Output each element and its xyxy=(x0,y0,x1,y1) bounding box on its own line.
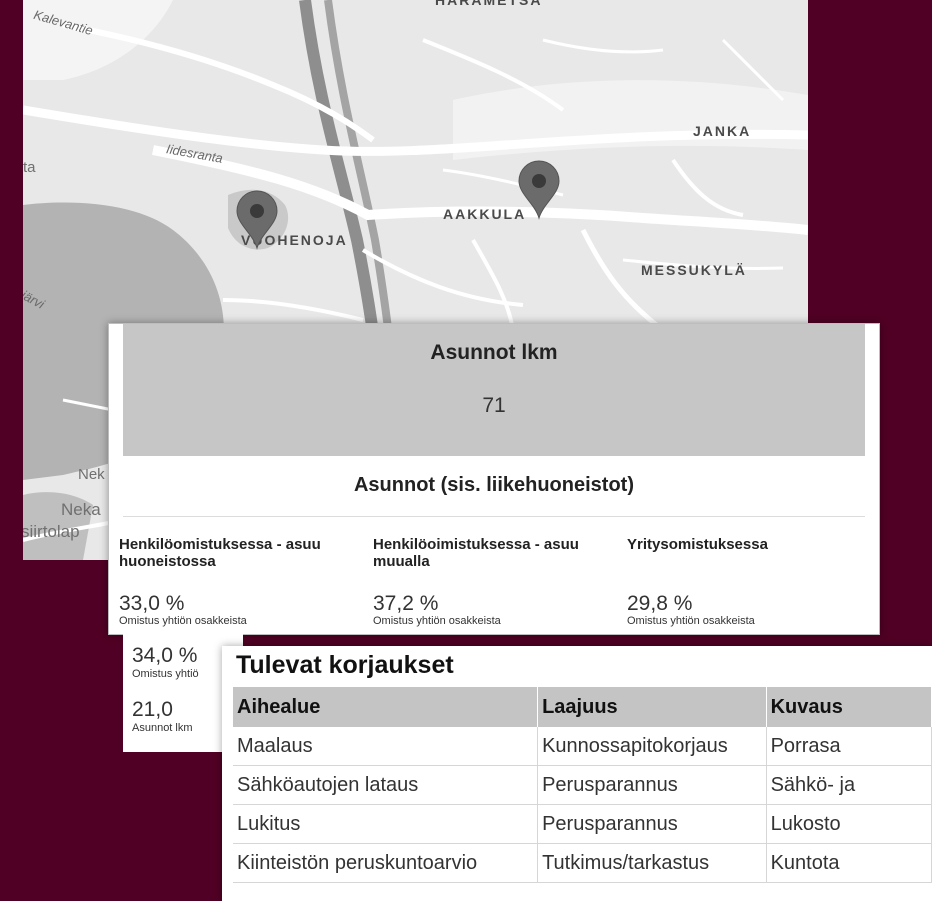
stat-value-1: 34,0 % xyxy=(132,644,198,667)
location-pin-vuohenoja[interactable] xyxy=(235,190,279,250)
map-label-nek: Nek xyxy=(78,466,105,483)
map-label-harametsa: HARAMETSÄ xyxy=(435,0,543,8)
apartments-count-value: 71 xyxy=(482,394,506,417)
ownership-col-pct-company: 29,8 % xyxy=(627,592,693,615)
ownership-col-pct-resident: 33,0 % xyxy=(119,592,185,615)
table-cell: Perusparannus xyxy=(537,804,767,844)
table-cell: Lukitus xyxy=(233,804,539,844)
location-pin-aakkula[interactable] xyxy=(517,160,561,220)
repairs-table: Aihealue Laajuus Kuvaus Maalaus Kunnossa… xyxy=(233,687,932,883)
ownership-col-pct-nonresident: 37,2 % xyxy=(373,592,439,615)
table-row[interactable]: Lukitus Perusparannus Lukosto xyxy=(233,804,932,844)
stat-value-2: 21,0 xyxy=(132,698,173,721)
table-cell: Tutkimus/tarkastus xyxy=(537,843,767,883)
apartments-count-header: Asunnot lkm 71 xyxy=(123,324,865,456)
stat-sub-1: Omistus yhtiö xyxy=(132,668,199,680)
ownership-col-sub-nonresident: Omistus yhtiön osakkeista xyxy=(373,615,501,627)
table-cell: Kiinteistön peruskuntoarvio xyxy=(233,843,539,883)
map-label-janka: JANKA xyxy=(693,123,752,139)
map-label-siirtolap: siirtolap xyxy=(23,522,80,541)
table-cell: Perusparannus xyxy=(537,765,767,805)
ownership-col-sub-company: Omistus yhtiön osakkeista xyxy=(627,615,755,627)
apartments-count-title: Asunnot lkm xyxy=(430,341,558,364)
upcoming-repairs-title: Tulevat korjaukset xyxy=(236,651,454,679)
map-label-ta: ta xyxy=(23,159,36,176)
table-row[interactable]: Maalaus Kunnossapitokorjaus Porrasa xyxy=(233,727,932,766)
map-label-aakkula: AAKKULA xyxy=(443,206,527,222)
apartments-card: Asunnot lkm 71 Asunnot (sis. liikehuonei… xyxy=(108,323,880,635)
apartments-section-title: Asunnot (sis. liikehuoneistot) xyxy=(353,474,634,496)
section-divider xyxy=(123,516,865,517)
table-cell: Kuntota xyxy=(766,843,932,883)
ownership-col-heading-nonresident: Henkilöoimistuksessa - asuu muualla xyxy=(373,536,579,570)
table-cell: Kunnossapitokorjaus xyxy=(537,727,767,766)
table-row[interactable]: Sähköautojen lataus Perusparannus Sähkö-… xyxy=(233,765,932,805)
ownership-col-heading-resident: Henkilöomistuksessa - asuu huoneistossa xyxy=(119,536,321,570)
map-label-messukyla: MESSUKYLÄ xyxy=(641,262,747,278)
table-header-row: Aihealue Laajuus Kuvaus xyxy=(233,687,932,727)
table-row[interactable]: Kiinteistön peruskuntoarvio Tutkimus/tar… xyxy=(233,843,932,883)
column-header-kuvaus[interactable]: Kuvaus xyxy=(766,687,932,727)
ownership-col-sub-resident: Omistus yhtiön osakkeista xyxy=(119,615,247,627)
table-cell: Porrasa xyxy=(766,727,932,766)
table-cell: Sähkö- ja xyxy=(766,765,932,805)
table-cell: Sähköautojen lataus xyxy=(233,765,539,805)
table-cell: Maalaus xyxy=(233,727,539,766)
table-cell: Lukosto xyxy=(766,804,932,844)
column-header-aihealue[interactable]: Aihealue xyxy=(233,687,539,727)
stat-sub-2: Asunnot lkm xyxy=(132,722,193,734)
upcoming-repairs-card: Tulevat korjaukset Aihealue Laajuus Kuva… xyxy=(222,646,932,901)
map-label-neka: Neka xyxy=(61,500,101,519)
column-header-laajuus[interactable]: Laajuus xyxy=(537,687,767,727)
ownership-col-heading-company: Yritysomistuksessa xyxy=(627,536,768,553)
